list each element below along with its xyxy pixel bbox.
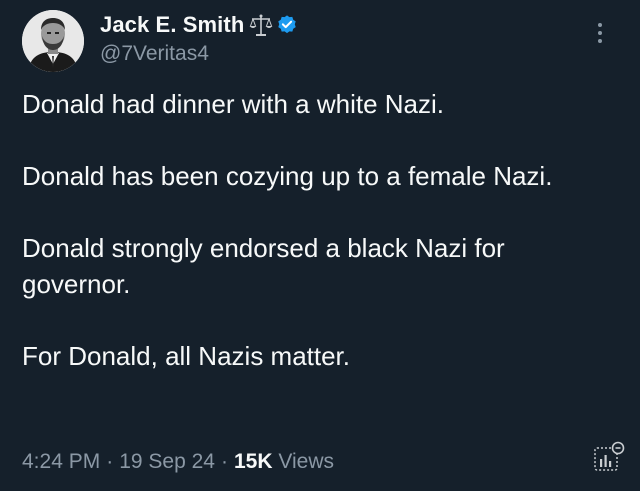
display-name-row: Jack E. Smith xyxy=(100,10,298,40)
more-dot-icon xyxy=(598,31,602,35)
tweet-header: Jack E. Smith @7Veritas4 xyxy=(22,6,622,72)
author-handle[interactable]: @7Veritas4 xyxy=(100,42,298,66)
verified-icon xyxy=(276,14,298,36)
meta-separator: · xyxy=(220,450,228,473)
tweet-time[interactable]: 4:24 PM xyxy=(22,450,100,474)
tweet: Jack E. Smith @7Veritas4 Donald had dinn… xyxy=(0,0,640,491)
tweet-paragraph: Donald had dinner with a white Nazi. xyxy=(22,89,445,119)
views-label: Views xyxy=(278,450,334,473)
analytics-icon[interactable] xyxy=(592,440,626,474)
author-names: Jack E. Smith @7Veritas4 xyxy=(100,10,298,66)
views-count: 15K xyxy=(233,450,273,473)
more-dot-icon xyxy=(598,39,602,43)
meta-separator: · xyxy=(106,450,114,473)
tweet-text: Donald had dinner with a white Nazi. Don… xyxy=(22,86,612,374)
tweet-date[interactable]: 19 Sep 24 xyxy=(119,450,215,474)
tweet-paragraph: For Donald, all Nazis matter. xyxy=(22,341,351,371)
more-dot-icon xyxy=(598,23,602,27)
more-options-button[interactable] xyxy=(590,18,610,48)
tweet-paragraph: Donald has been cozying up to a female N… xyxy=(22,161,553,191)
tweet-paragraph: Donald strongly endorsed a black Nazi fo… xyxy=(22,233,505,299)
avatar[interactable] xyxy=(22,10,84,72)
tweet-meta: 4:24 PM · 19 Sep 24 · 15K Views xyxy=(22,450,334,474)
scales-icon xyxy=(248,12,274,38)
display-name[interactable]: Jack E. Smith xyxy=(100,12,244,38)
